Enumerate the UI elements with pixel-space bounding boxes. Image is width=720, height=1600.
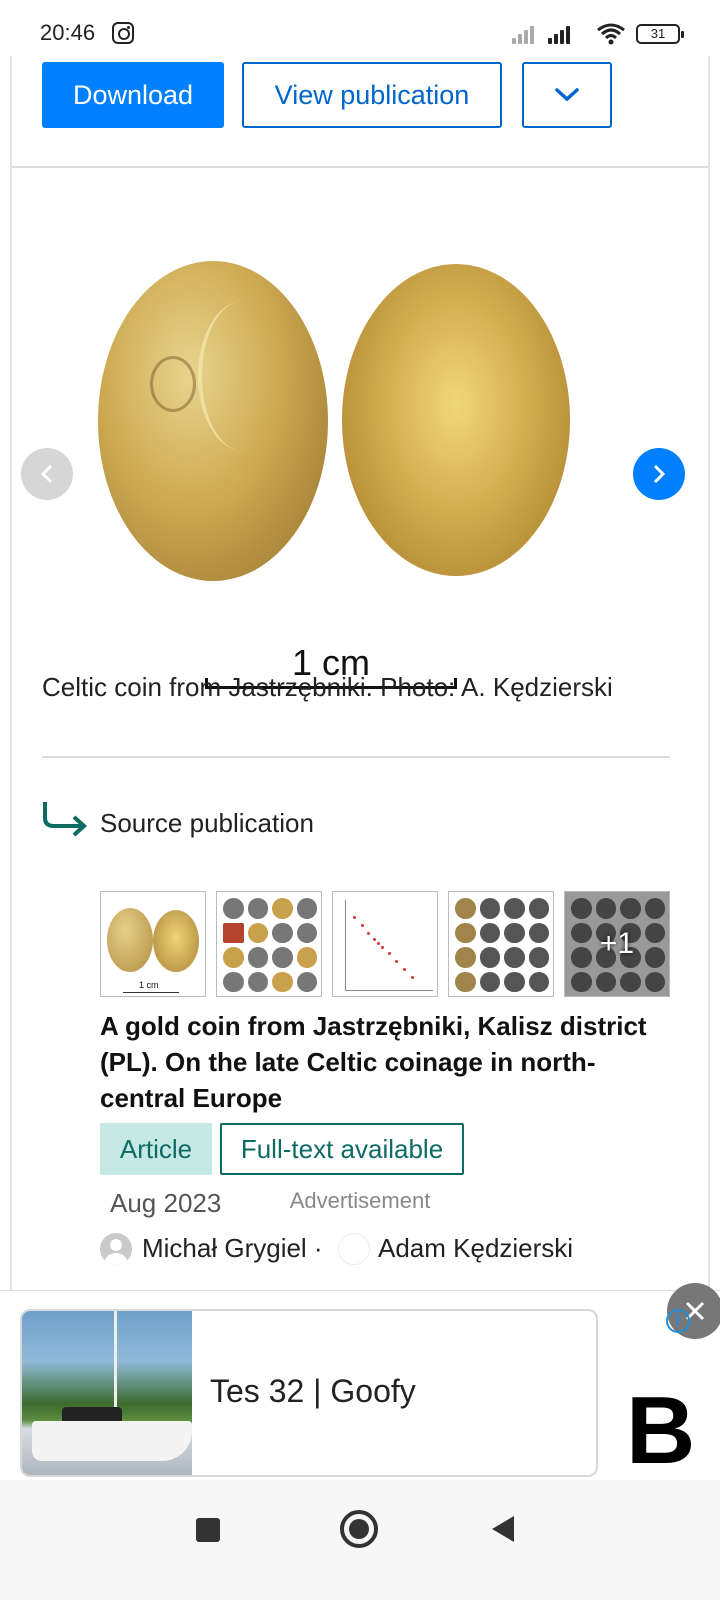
wifi-icon <box>597 23 625 45</box>
figure-image[interactable]: 1 cm <box>12 206 708 689</box>
battery-icon: 31 <box>636 24 684 44</box>
divider <box>12 166 708 168</box>
coin-mark <box>150 356 196 412</box>
ad-card[interactable]: Tes 32 | Goofy <box>20 1309 598 1477</box>
thumb-scale-label: 1 cm <box>139 980 159 990</box>
ad-banner: Tes 32 | Goofy i B <box>0 1283 720 1480</box>
author-name[interactable]: Adam Kędzierski <box>378 1233 573 1264</box>
clock: 20:46 <box>40 20 96 45</box>
author-name[interactable]: Michał Grygiel · <box>142 1233 323 1264</box>
status-bar: 20:46 31 <box>0 0 720 60</box>
coin-reverse-image <box>342 264 570 576</box>
source-publication-heading: Source publication <box>100 808 314 838</box>
system-navigation-bar <box>0 1480 720 1600</box>
author-list: Michał Grygiel · Adam Kędzierski <box>100 1231 700 1267</box>
recent-apps-button[interactable] <box>196 1518 220 1542</box>
coin-obverse-image <box>98 261 328 581</box>
figure-card: Download View publication 1 cm Celtic co… <box>10 56 710 1290</box>
home-button[interactable] <box>340 1510 378 1548</box>
publication-thumbnails: 1 cm +1 <box>100 891 670 997</box>
thumbnail-5[interactable]: +1 <box>564 891 670 997</box>
ad-info-icon[interactable]: i <box>666 1309 690 1333</box>
signal-icon <box>548 24 576 44</box>
back-button[interactable] <box>492 1516 514 1542</box>
article-badge: Article <box>100 1123 212 1175</box>
publication-title[interactable]: A gold coin from Jastrzębniki, Kalisz di… <box>100 1008 680 1116</box>
ad-image <box>22 1311 192 1475</box>
avatar <box>338 1233 370 1265</box>
more-figures-count: +1 <box>599 927 635 960</box>
coin-thumb <box>153 910 199 972</box>
next-figure-button[interactable] <box>633 448 685 500</box>
chevron-left-icon <box>40 464 53 484</box>
coin-thumb <box>107 908 153 972</box>
chevron-right-icon <box>653 464 666 484</box>
thumbnail-2[interactable] <box>216 891 322 997</box>
instagram-icon <box>112 22 134 44</box>
more-options-button[interactable] <box>522 62 612 128</box>
figure-caption: Celtic coin from Jastrzębniki. Photo: A.… <box>42 672 613 702</box>
signal-icon <box>512 24 540 44</box>
view-publication-button[interactable]: View publication <box>242 62 502 128</box>
download-button[interactable]: Download <box>42 62 224 128</box>
arrow-return-icon <box>43 802 87 837</box>
ad-headline: Tes 32 | Goofy <box>210 1373 416 1409</box>
chevron-down-icon <box>555 88 579 102</box>
advertiser-logo[interactable]: B <box>626 1383 695 1479</box>
thumbnail-4[interactable] <box>448 891 554 997</box>
previous-figure-button[interactable] <box>21 448 73 500</box>
divider <box>42 756 670 758</box>
avatar <box>100 1233 132 1265</box>
thumb-scale-bar <box>123 992 179 993</box>
coin-arc <box>198 301 288 451</box>
thumbnail-1[interactable]: 1 cm <box>100 891 206 997</box>
advertisement-label: Advertisement <box>289 1188 431 1213</box>
thumbnail-3[interactable] <box>332 891 438 997</box>
full-text-badge[interactable]: Full-text available <box>220 1123 464 1175</box>
